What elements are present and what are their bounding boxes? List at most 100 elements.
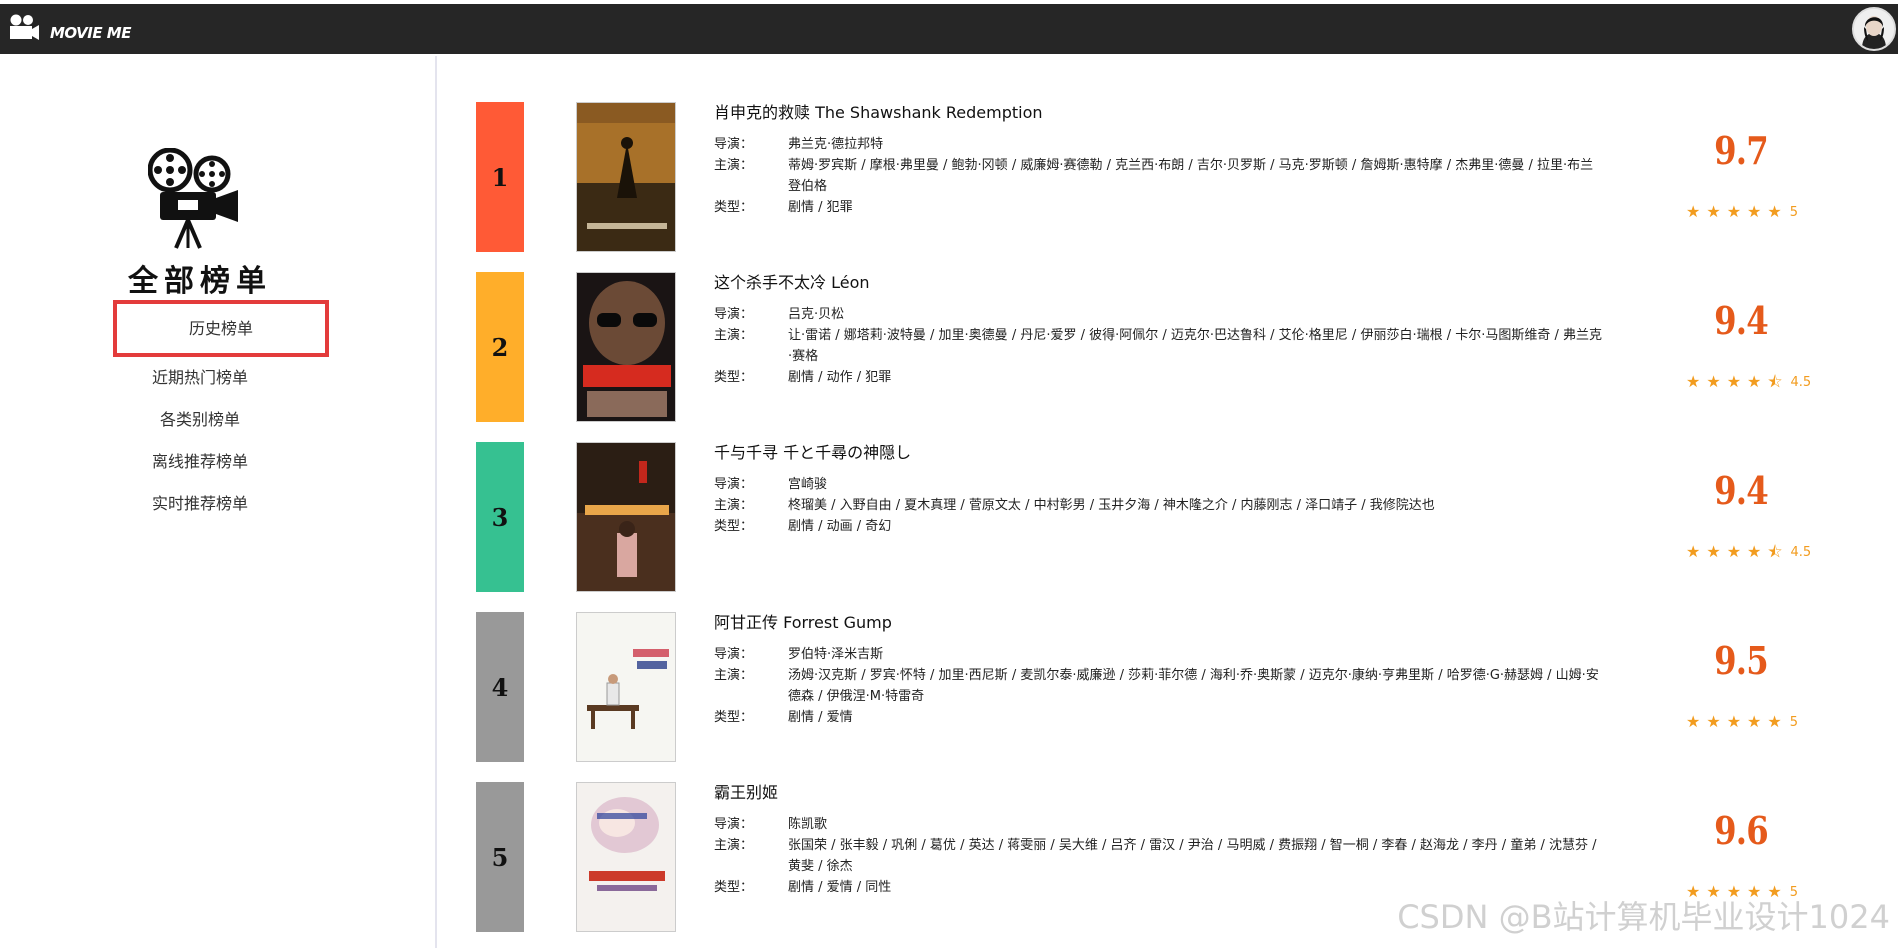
sidebar-title: 全部榜单 <box>110 256 290 300</box>
genre-label: 类型： <box>714 367 788 388</box>
movie-info: 这个杀手不太冷 Léon 导演：吕克·贝松 主演：让·雷诺 / 娜塔莉·波特曼 … <box>714 272 1604 388</box>
rank-badge: 2 <box>476 272 524 422</box>
star-value: 4.5 <box>1791 375 1812 390</box>
sidebar-item-by-category[interactable]: 各类别榜单 <box>110 399 290 441</box>
star-icon: ★ <box>1767 714 1781 730</box>
sidebar-item-offline-recommend[interactable]: 离线推荐榜单 <box>110 441 290 483</box>
star-rating: ★ ★ ★ ★ ⯪ 4.5 <box>1686 544 1836 560</box>
star-rating: ★ ★ ★ ★ ★ 5 <box>1686 204 1836 220</box>
director-value: 吕克·贝松 <box>788 304 1604 325</box>
movie-row[interactable]: 2 这个杀手不太冷 Léon 导演：吕克·贝松 主演：让·雷诺 / 娜塔莉·波特… <box>476 272 1876 442</box>
movie-title[interactable]: 霸王别姬 <box>714 782 1604 804</box>
cast-label: 主演： <box>714 665 788 707</box>
half-star-icon: ⯪ <box>1767 544 1782 560</box>
star-icon: ★ <box>1727 374 1741 390</box>
star-icon: ★ <box>1747 374 1761 390</box>
director-value: 宫崎骏 <box>788 474 1604 495</box>
film-projector-icon <box>148 148 244 254</box>
director-label: 导演： <box>714 814 788 835</box>
cast-value: 张国荣 / 张丰毅 / 巩俐 / 葛优 / 英达 / 蒋雯丽 / 吴大维 / 吕… <box>788 835 1604 877</box>
movie-poster[interactable] <box>576 102 676 252</box>
genre-value: 剧情 / 动作 / 犯罪 <box>788 367 1604 388</box>
star-icon: ★ <box>1706 544 1720 560</box>
movie-info: 阿甘正传 Forrest Gump 导演：罗伯特·泽米吉斯 主演：汤姆·汉克斯 … <box>714 612 1604 728</box>
movie-ranking-list: 1 肖申克的救赎 The Shawshank Redemption 导演：弗兰克… <box>476 102 1876 952</box>
star-icon: ★ <box>1747 544 1761 560</box>
genre-value: 剧情 / 犯罪 <box>788 197 1604 218</box>
genre-label: 类型： <box>714 516 788 537</box>
brand[interactable]: MOVIE ME <box>8 14 131 42</box>
avatar-portrait-icon <box>1854 9 1894 49</box>
score: 9.4 <box>1686 298 1797 343</box>
star-rating: ★ ★ ★ ★ ★ 5 <box>1686 714 1836 730</box>
brand-name: MOVIE ME <box>50 24 131 42</box>
director-value: 弗兰克·德拉邦特 <box>788 134 1604 155</box>
sidebar-item-recent-hot[interactable]: 近期热门榜单 <box>110 357 290 399</box>
genre-value: 剧情 / 动画 / 奇幻 <box>788 516 1604 537</box>
director-label: 导演： <box>714 304 788 325</box>
director-label: 导演： <box>714 134 788 155</box>
movie-camera-icon <box>8 14 40 42</box>
star-value: 4.5 <box>1791 545 1812 560</box>
rank-badge: 1 <box>476 102 524 252</box>
movie-title[interactable]: 肖申克的救赎 The Shawshank Redemption <box>714 102 1604 124</box>
director-value: 罗伯特·泽米吉斯 <box>788 644 1604 665</box>
score: 9.7 <box>1686 128 1797 173</box>
cast-label: 主演： <box>714 155 788 197</box>
movie-row[interactable]: 3 千与千寻 千と千尋の神隠し 导演：宫崎骏 主演：柊瑠美 / 入野自由 / 夏… <box>476 442 1876 612</box>
movie-info: 霸王别姬 导演：陈凯歌 主演：张国荣 / 张丰毅 / 巩俐 / 葛优 / 英达 … <box>714 782 1604 898</box>
movie-info: 千与千寻 千と千尋の神隠し 导演：宫崎骏 主演：柊瑠美 / 入野自由 / 夏木真… <box>714 442 1604 537</box>
star-icon: ★ <box>1686 714 1700 730</box>
star-value: 5 <box>1790 205 1798 220</box>
genre-value: 剧情 / 爱情 <box>788 707 1604 728</box>
score: 9.4 <box>1686 468 1797 513</box>
director-value: 陈凯歌 <box>788 814 1604 835</box>
star-icon: ★ <box>1727 714 1741 730</box>
movie-title[interactable]: 阿甘正传 Forrest Gump <box>714 612 1604 634</box>
genre-label: 类型： <box>714 877 788 898</box>
star-rating: ★ ★ ★ ★ ⯪ 4.5 <box>1686 374 1836 390</box>
star-icon: ★ <box>1706 374 1720 390</box>
director-label: 导演： <box>714 474 788 495</box>
top-navbar: MOVIE ME <box>0 4 1898 54</box>
star-icon: ★ <box>1747 714 1761 730</box>
cast-label: 主演： <box>714 495 788 516</box>
score: 9.6 <box>1686 808 1797 853</box>
cast-value: 柊瑠美 / 入野自由 / 夏木真理 / 菅原文太 / 中村彰男 / 玉井夕海 /… <box>788 495 1604 516</box>
movie-poster[interactable] <box>576 442 676 592</box>
half-star-icon: ⯪ <box>1767 374 1782 390</box>
star-icon: ★ <box>1706 204 1720 220</box>
rank-badge: 4 <box>476 612 524 762</box>
cast-label: 主演： <box>714 835 788 877</box>
genre-label: 类型： <box>714 197 788 218</box>
cast-value: 让·雷诺 / 娜塔莉·波特曼 / 加里·奥德曼 / 丹尼·爱罗 / 彼得·阿佩尔… <box>788 325 1604 367</box>
star-icon: ★ <box>1686 204 1700 220</box>
star-icon: ★ <box>1747 204 1761 220</box>
user-avatar[interactable] <box>1852 7 1896 51</box>
sidebar-item-realtime-recommend[interactable]: 实时推荐榜单 <box>110 483 290 525</box>
movie-poster[interactable] <box>576 272 676 422</box>
movie-row[interactable]: 4 阿甘正传 Forrest Gump 导演：罗伯特·泽米吉斯 主演：汤姆·汉克… <box>476 612 1876 782</box>
star-icon: ★ <box>1706 714 1720 730</box>
movie-poster[interactable] <box>576 612 676 762</box>
cast-label: 主演： <box>714 325 788 367</box>
movie-title[interactable]: 这个杀手不太冷 Léon <box>714 272 1604 294</box>
movie-title[interactable]: 千与千寻 千と千尋の神隠し <box>714 442 1604 464</box>
rank-badge: 3 <box>476 442 524 592</box>
cast-value: 汤姆·汉克斯 / 罗宾·怀特 / 加里·西尼斯 / 麦凯尔泰·威廉逊 / 莎莉·… <box>788 665 1604 707</box>
star-icon: ★ <box>1727 544 1741 560</box>
star-icon: ★ <box>1727 204 1741 220</box>
star-value: 5 <box>1790 715 1798 730</box>
sidebar-nav: 历史榜单 近期热门榜单 各类别榜单 离线推荐榜单 实时推荐榜单 <box>110 314 290 525</box>
sidebar-divider <box>435 56 437 948</box>
sidebar-item-history[interactable]: 历史榜单 <box>113 300 329 357</box>
watermark: CSDN @B站计算机毕业设计1024 <box>1397 892 1890 938</box>
movie-row[interactable]: 1 肖申克的救赎 The Shawshank Redemption 导演：弗兰克… <box>476 102 1876 272</box>
star-icon: ★ <box>1767 204 1781 220</box>
movie-poster[interactable] <box>576 782 676 932</box>
star-icon: ★ <box>1686 544 1700 560</box>
cast-value: 蒂姆·罗宾斯 / 摩根·弗里曼 / 鲍勃·冈顿 / 威廉姆·赛德勒 / 克兰西·… <box>788 155 1604 197</box>
score: 9.5 <box>1686 638 1797 683</box>
director-label: 导演： <box>714 644 788 665</box>
genre-label: 类型： <box>714 707 788 728</box>
